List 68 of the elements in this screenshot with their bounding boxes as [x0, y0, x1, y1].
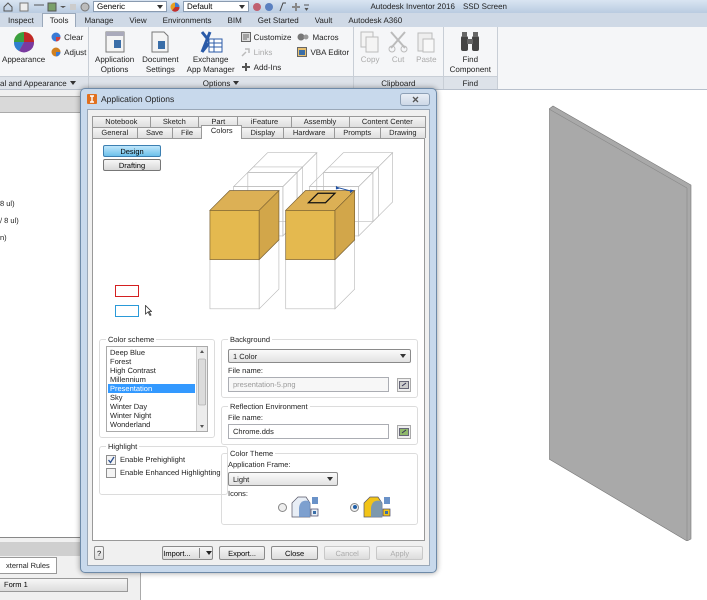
ribbon-tab[interactable]: Get Started	[250, 13, 307, 27]
window-icon	[104, 31, 125, 53]
ribbon-button[interactable]: VBA Editor	[297, 45, 350, 59]
ribbon-button[interactable]: Document Settings	[140, 30, 181, 76]
plus-icon	[240, 62, 251, 72]
group-label: Clipboard	[381, 78, 416, 88]
checkbox[interactable]	[106, 454, 116, 464]
material-dropdown[interactable]: Default	[183, 1, 249, 12]
icon-theme-radio[interactable]	[350, 502, 360, 512]
quick-access-icons-drawing[interactable]	[2, 2, 90, 12]
close-icon	[412, 96, 418, 102]
checkbox[interactable]	[106, 468, 116, 478]
ribbon-button[interactable]: Macros	[297, 30, 350, 44]
link-icon	[240, 47, 251, 57]
ribbon-tab[interactable]: Tools	[42, 13, 76, 27]
ribbon-button[interactable]: Clear	[51, 30, 86, 44]
group-label: Options	[202, 78, 230, 88]
ribbon-button[interactable]: Customize	[240, 30, 292, 44]
ribbon-button[interactable]: Add-Ins	[240, 60, 292, 74]
ribbon-tab[interactable]: View	[121, 13, 155, 27]
ribbon-tab[interactable]: Manage	[76, 13, 122, 27]
color-wheel-icon	[12, 31, 35, 53]
part-icons-drawing	[290, 495, 320, 519]
document-title: SSD Screen	[462, 2, 507, 11]
copy-icon	[360, 31, 380, 53]
ribbon-tab[interactable]: Vault	[306, 13, 340, 27]
ribbon-tab[interactable]: Autodesk A360	[340, 13, 410, 27]
spreadsheet-icon	[198, 31, 223, 53]
group-label: Find	[462, 78, 478, 88]
ribbon-tab[interactable]: Inspect	[0, 13, 42, 27]
quick-tools-icons-drawing[interactable]	[252, 2, 310, 12]
icon-theme-radio[interactable]	[278, 502, 288, 512]
toolbar-icon	[240, 32, 251, 42]
editor-window-icon	[297, 47, 308, 57]
caret-icon	[70, 81, 76, 85]
highlight-swatch	[115, 305, 139, 317]
group-label: al and Appearance	[0, 78, 67, 88]
browse-button[interactable]	[397, 424, 411, 438]
caret-icon	[400, 354, 406, 358]
ribbon-button[interactable]: Exchange App Manager	[184, 30, 237, 76]
caret-icon	[157, 4, 163, 8]
sphere-icon	[51, 32, 62, 42]
sphere-icon	[51, 47, 62, 57]
app-title: Autodesk Inventor 2016	[370, 2, 455, 11]
document-icon	[150, 31, 170, 53]
caret-icon	[239, 4, 245, 8]
scissors-icon	[388, 31, 408, 53]
cursor-icon	[145, 305, 152, 316]
caret-icon	[206, 551, 212, 555]
ribbon-button[interactable]: Find Component	[448, 30, 493, 76]
ribbon-button[interactable]: Adjust	[51, 45, 86, 59]
caret-icon	[327, 477, 333, 481]
color-ball-icon[interactable]	[170, 2, 180, 12]
ribbon-tab[interactable]: BIM	[220, 13, 250, 27]
ribbon-tab[interactable]: Environments	[154, 13, 220, 27]
style-dropdown[interactable]: Generic	[93, 1, 167, 12]
scrollbar-drawing[interactable]	[196, 347, 207, 431]
app-icon	[87, 94, 97, 104]
caret-icon	[233, 81, 240, 85]
clipboard-icon	[416, 31, 436, 53]
ribbon-button[interactable]: Application Options	[93, 30, 136, 76]
selection-swatch	[115, 285, 139, 297]
ribbon-button[interactable]: Appearance	[0, 30, 48, 66]
part-icons-drawing	[362, 495, 392, 519]
browse-button[interactable]	[397, 378, 411, 392]
binoculars-icon	[459, 31, 482, 53]
dialog-title: Application Options	[101, 94, 174, 104]
close-button[interactable]	[400, 92, 430, 106]
